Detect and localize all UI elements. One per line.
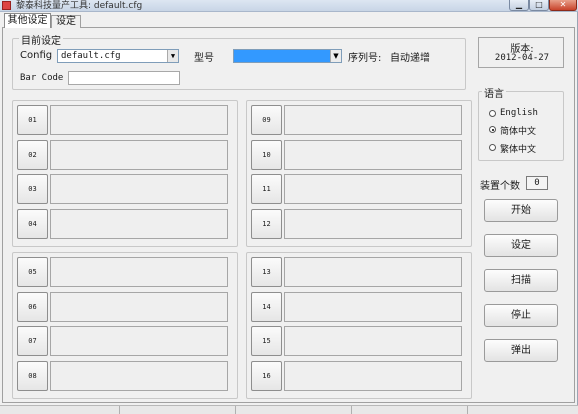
version-box: 版本: 2012-04-27 [478, 37, 564, 68]
slot-button-12[interactable]: 12 [251, 209, 282, 239]
config-select[interactable]: default.cfg ▼ [57, 49, 179, 63]
slots-group-09-12: 09 10 11 12 [246, 100, 472, 247]
window-title: 黎泰科技量产工具: default.cfg [16, 1, 143, 11]
slot-button-02[interactable]: 02 [17, 140, 48, 170]
slot-status-16 [284, 361, 462, 391]
slot-status-10 [284, 140, 462, 170]
serial-label: 序列号: [348, 53, 382, 64]
slot-status-01 [50, 105, 228, 135]
slot-button-13[interactable]: 13 [251, 257, 282, 287]
tab-other-settings[interactable]: 其他设定 [4, 13, 51, 28]
app-icon [2, 1, 11, 10]
slot-button-11[interactable]: 11 [251, 174, 282, 204]
status-segment [236, 406, 352, 414]
slot-status-11 [284, 174, 462, 204]
slot-row: 05 [17, 257, 235, 287]
slot-button-15[interactable]: 15 [251, 326, 282, 356]
config-select-value: default.cfg [61, 51, 121, 61]
slot-status-15 [284, 326, 462, 356]
slot-row: 14 [251, 292, 469, 322]
slot-button-06[interactable]: 06 [17, 292, 48, 322]
slot-status-09 [284, 105, 462, 135]
slot-row: 10 [251, 140, 469, 170]
slot-status-04 [50, 209, 228, 239]
config-label: Config [20, 50, 53, 61]
slot-button-14[interactable]: 14 [251, 292, 282, 322]
slot-row: 16 [251, 361, 469, 391]
slot-row: 04 [17, 209, 235, 239]
slot-row: 07 [17, 326, 235, 356]
slots-group-01-04: 01 02 03 04 [12, 100, 238, 247]
slot-status-02 [50, 140, 228, 170]
device-count-field: 0 [526, 176, 548, 190]
slot-status-03 [50, 174, 228, 204]
slot-status-07 [50, 326, 228, 356]
radio-button[interactable] [489, 110, 496, 117]
slot-row: 06 [17, 292, 235, 322]
radio-button[interactable] [489, 144, 496, 151]
serial-value: 自动递增 [390, 53, 430, 64]
slot-row: 02 [17, 140, 235, 170]
tab-settings[interactable]: 设定 [51, 15, 81, 28]
barcode-label: Bar Code [20, 73, 64, 83]
start-button[interactable]: 开始 [484, 199, 558, 222]
status-bar [0, 405, 578, 414]
slot-button-10[interactable]: 10 [251, 140, 282, 170]
settings-button[interactable]: 设定 [484, 234, 558, 257]
slot-row: 13 [251, 257, 469, 287]
slot-row: 15 [251, 326, 469, 356]
slot-button-16[interactable]: 16 [251, 361, 282, 391]
slot-button-08[interactable]: 08 [17, 361, 48, 391]
maximize-button[interactable]: □ [529, 0, 549, 11]
slot-row: 12 [251, 209, 469, 239]
slot-button-07[interactable]: 07 [17, 326, 48, 356]
language-group: 语言 English 简体中文 繁体中文 [478, 85, 564, 161]
slot-row: 01 [17, 105, 235, 135]
slot-row: 08 [17, 361, 235, 391]
chevron-down-icon[interactable]: ▼ [167, 50, 178, 62]
slot-row: 03 [17, 174, 235, 204]
slot-button-01[interactable]: 01 [17, 105, 48, 135]
slot-status-14 [284, 292, 462, 322]
close-button[interactable]: ✕ [549, 0, 577, 11]
radio-button[interactable] [489, 126, 496, 133]
chevron-down-icon[interactable]: ▼ [330, 50, 341, 62]
slot-status-13 [284, 257, 462, 287]
current-settings-legend: 目前设定 [19, 32, 63, 47]
slot-status-12 [284, 209, 462, 239]
eject-button[interactable]: 弹出 [484, 339, 558, 362]
model-select[interactable]: ▼ [233, 49, 342, 63]
app-window: 黎泰科技量产工具: default.cfg ▁ □ ✕ 其他设定 设定 目前设定… [0, 0, 578, 414]
slot-button-05[interactable]: 05 [17, 257, 48, 287]
title-bar[interactable]: 黎泰科技量产工具: default.cfg ▁ □ ✕ [0, 0, 578, 12]
status-segment [120, 406, 236, 414]
version-date: 2012-04-27 [494, 53, 550, 63]
language-legend: 语言 [482, 85, 506, 100]
model-label: 型号 [194, 53, 214, 64]
status-segment [352, 406, 468, 414]
slot-status-08 [50, 361, 228, 391]
slot-row: 09 [251, 105, 469, 135]
barcode-input[interactable] [68, 71, 180, 85]
slot-button-03[interactable]: 03 [17, 174, 48, 204]
slot-row: 11 [251, 174, 469, 204]
slot-button-09[interactable]: 09 [251, 105, 282, 135]
stop-button[interactable]: 停止 [484, 304, 558, 327]
slot-button-04[interactable]: 04 [17, 209, 48, 239]
scan-button[interactable]: 扫描 [484, 269, 558, 292]
device-count-label: 装置个数 [480, 181, 520, 192]
slots-group-13-16: 13 14 15 16 [246, 252, 472, 399]
slot-status-05 [50, 257, 228, 287]
status-segment [0, 406, 120, 414]
slots-group-05-08: 05 06 07 08 [12, 252, 238, 399]
slot-status-06 [50, 292, 228, 322]
minimize-button[interactable]: ▁ [509, 0, 529, 11]
